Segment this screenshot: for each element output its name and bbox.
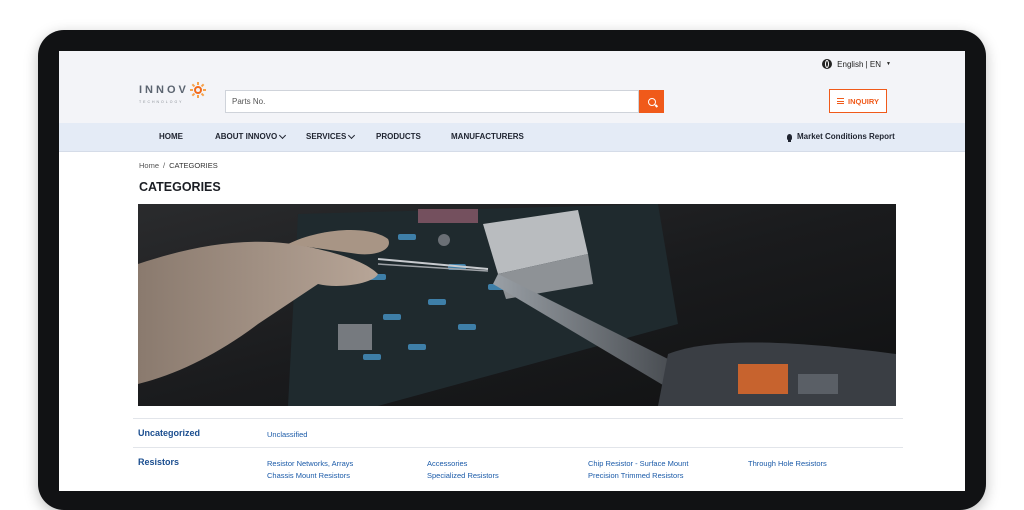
parts-search-box [225,90,639,113]
breadcrumb: Home / CATEGORIES [139,161,218,170]
subcategory-link[interactable]: Chip Resistor - Surface Mount [588,459,688,468]
search-button[interactable] [639,90,664,113]
subcategory-link[interactable]: Through Hole Resistors [748,459,827,468]
subcategory-link[interactable]: Unclassified [267,430,307,439]
sun-logo-icon [189,82,206,98]
search-icon [647,97,656,106]
breadcrumb-home-link[interactable]: Home [139,161,159,170]
caret-down-icon: ▼ [886,61,891,67]
chevron-down-icon [348,131,356,139]
market-conditions-report-link[interactable]: Market Conditions Report [787,132,895,142]
category-uncategorized[interactable]: Uncategorized [138,428,200,438]
soldering-photo [138,204,896,406]
page-title: CATEGORIES [139,180,221,194]
nav-about-innovo[interactable]: ABOUT INNOVO [215,131,287,141]
language-selector[interactable]: English | EN ▼ [822,59,891,69]
subcategory-link[interactable]: Resistor Networks, Arrays [267,459,353,468]
innovo-logo[interactable]: INNOV TECHNOLOGY [139,82,206,112]
nav-home[interactable]: HOME [159,132,183,141]
nav-products-label: PRODUCTS [376,132,421,141]
subcategory-link[interactable]: Chassis Mount Resistors [267,471,350,480]
site-header: English | EN ▼ INNOV TECHNOLOGY INQUI [59,51,965,123]
language-label: English | EN [837,59,882,69]
nav-services-label: SERVICES [306,132,347,141]
subcategory-link[interactable]: Accessories [427,459,467,468]
nav-manufacturers-label: MANUFACTURERS [451,132,524,141]
hero-banner-image [138,204,896,406]
breadcrumb-current: CATEGORIES [169,161,218,170]
breadcrumb-separator: / [163,161,166,170]
market-report-label: Market Conditions Report [797,132,895,141]
inquiry-button[interactable]: INQUIRY [829,89,887,113]
logo-subtext: TECHNOLOGY [139,100,184,104]
nav-about-label: ABOUT INNOVO [215,132,278,141]
category-row-uncategorized: Uncategorized Unclassified [133,418,903,447]
categories-table: Uncategorized Unclassified Resistors Res… [133,418,903,488]
chevron-down-icon [279,131,287,139]
globe-icon [822,59,833,69]
nav-home-label: HOME [159,132,183,141]
nav-services[interactable]: SERVICES [306,131,356,141]
subcategory-link[interactable]: Precision Trimmed Resistors [588,471,683,480]
list-icon [837,98,844,104]
browser-viewport: English | EN ▼ INNOV TECHNOLOGY INQUI [59,51,965,491]
lightbulb-icon [787,133,792,142]
nav-products[interactable]: PRODUCTS [376,132,421,141]
subcategory-link[interactable]: Specialized Resistors [427,471,499,480]
logo-text: INNOV [139,84,189,96]
category-resistors[interactable]: Resistors [138,457,179,467]
inquiry-label: INQUIRY [848,96,879,106]
category-row-resistors: Resistors Resistor Networks, Arrays Acce… [133,447,903,488]
parts-search-input[interactable] [226,90,614,113]
nav-manufacturers[interactable]: MANUFACTURERS [451,132,524,141]
main-nav: HOME ABOUT INNOVO SERVICES PRODUCTS MANU… [59,123,965,152]
